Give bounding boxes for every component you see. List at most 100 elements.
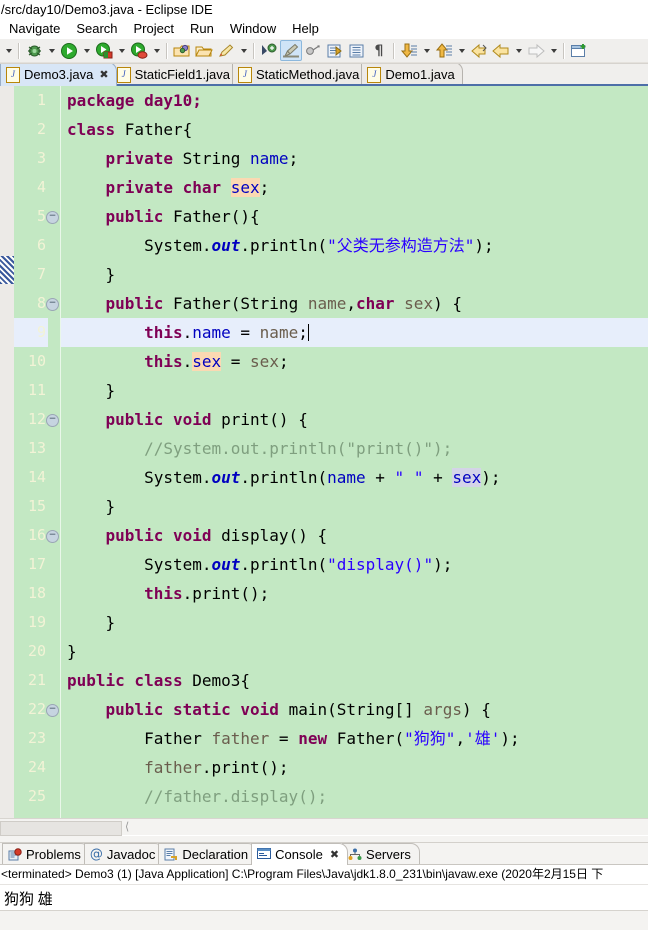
code-line[interactable]: //System.out.println("print()");: [61, 434, 648, 463]
code-line[interactable]: public static void main(String[] args) {: [61, 695, 648, 724]
caret-down-icon[interactable]: [2, 40, 15, 61]
arrow-up-icon[interactable]: [433, 40, 455, 61]
menu-item-help[interactable]: Help: [284, 19, 327, 40]
editor-tab-label: StaticMethod.java: [255, 67, 360, 83]
pilcrow-icon[interactable]: ¶: [368, 40, 390, 61]
view-tab-declaration[interactable]: Declaration: [158, 843, 258, 866]
open-type-icon[interactable]: [324, 40, 346, 61]
code-line[interactable]: Father father = new Father("狗狗",'雄');: [61, 724, 648, 753]
line-number: 24: [14, 753, 48, 782]
caret-down-icon[interactable]: [237, 40, 250, 61]
code-line[interactable]: class Father{: [61, 115, 648, 144]
code-line[interactable]: this.print();: [61, 579, 648, 608]
code-line[interactable]: public void display() {: [61, 521, 648, 550]
code-text-area[interactable]: package day10; class Father{ private Stri…: [61, 86, 648, 818]
toggle-mark-occurrences-icon[interactable]: [280, 40, 302, 62]
editor-annotation-ruler[interactable]: [0, 86, 14, 818]
code-line[interactable]: }: [61, 608, 648, 637]
last-edit-location-icon[interactable]: [468, 40, 490, 61]
editor-tab-demo1-java[interactable]: J Demo1.java: [361, 63, 463, 87]
menu-item-window[interactable]: Window: [222, 19, 284, 40]
toolbox-icon[interactable]: [171, 40, 193, 61]
code-token: this: [144, 584, 183, 604]
code-line[interactable]: //father.display();: [61, 782, 648, 811]
line-number: 19: [14, 608, 48, 637]
code-line[interactable]: System.out.println(name + " " + sex);: [61, 463, 648, 492]
caret-down-icon[interactable]: [115, 40, 128, 61]
code-token: father: [144, 758, 202, 778]
code-line[interactable]: private char sex;: [61, 173, 648, 202]
coverage-icon[interactable]: [128, 40, 150, 61]
skip-breakpoints-icon[interactable]: [258, 40, 280, 61]
scroll-left-icon[interactable]: ⟨: [125, 820, 129, 833]
fold-collapse-icon[interactable]: −: [46, 530, 59, 544]
coverage-icon[interactable]: [93, 40, 115, 61]
close-icon[interactable]: ✖: [99, 68, 108, 81]
menu-item-run[interactable]: Run: [182, 19, 222, 40]
view-splitter[interactable]: [0, 834, 648, 844]
close-icon[interactable]: ✖: [330, 848, 339, 861]
task-icon[interactable]: [302, 40, 324, 61]
code-line[interactable]: public class Demo3{: [61, 666, 648, 695]
arrow-down-icon[interactable]: [398, 40, 420, 61]
editor-tab-demo3-java[interactable]: J Demo3.java ✖: [0, 63, 117, 87]
code-line[interactable]: }: [61, 260, 648, 289]
fold-collapse-icon[interactable]: −: [46, 298, 59, 312]
code-line[interactable]: }: [61, 811, 648, 818]
caret-down-icon[interactable]: [420, 40, 433, 61]
console-output[interactable]: 狗狗 雄: [0, 885, 648, 911]
code-line[interactable]: father.print();: [61, 753, 648, 782]
code-token: this: [144, 323, 183, 343]
class-icon[interactable]: [346, 40, 368, 61]
view-tab-javadoc[interactable]: @ Javadoc: [83, 843, 165, 866]
code-line[interactable]: public Father(){: [61, 202, 648, 231]
pencil-icon[interactable]: [215, 40, 237, 61]
code-line[interactable]: package day10;: [61, 86, 648, 115]
code-line[interactable]: this.sex = sex;: [61, 347, 648, 376]
code-line[interactable]: private String name;: [61, 144, 648, 173]
scrollbar-thumb[interactable]: [0, 820, 122, 836]
caret-down-icon[interactable]: [547, 40, 560, 61]
line-number-label: 6: [36, 236, 46, 255]
console-launch-header: <terminated> Demo3 (1) [Java Application…: [0, 865, 648, 886]
code-line[interactable]: }: [61, 492, 648, 521]
editor-horizontal-scrollbar[interactable]: ⟨: [0, 817, 648, 836]
code-line[interactable]: this.name = name;: [61, 318, 648, 348]
caret-down-icon[interactable]: [80, 40, 93, 61]
code-line[interactable]: public void print() {: [61, 405, 648, 434]
open-folder-icon[interactable]: [193, 40, 215, 61]
menu-item-navigate[interactable]: Navigate: [1, 19, 68, 40]
menu-item-project[interactable]: Project: [126, 19, 182, 40]
code-token: sex: [192, 352, 222, 372]
caret-down-icon[interactable]: [512, 40, 525, 61]
fold-collapse-icon[interactable]: −: [46, 211, 59, 225]
code-token: }: [67, 265, 116, 285]
java-file-icon: J: [237, 66, 252, 83]
caret-down-icon[interactable]: [455, 40, 468, 61]
code-editor[interactable]: 1 2 3 4 5−6 7 8−9 10 11 12−13 14 15 16−17 18 19 20 21 22−…: [0, 86, 648, 818]
run-icon[interactable]: [58, 40, 80, 61]
code-token: //System.out.println("print()");: [67, 439, 453, 459]
code-token: System.: [67, 236, 212, 256]
view-tab-console[interactable]: Console ✖: [251, 843, 349, 866]
code-line[interactable]: }: [61, 637, 648, 666]
view-tab-servers[interactable]: Servers: [342, 843, 420, 866]
fold-collapse-icon[interactable]: −: [46, 414, 59, 428]
caret-down-icon[interactable]: [45, 40, 58, 61]
caret-down-icon[interactable]: [150, 40, 163, 61]
code-line[interactable]: System.out.println("父类无参构造方法");: [61, 231, 648, 260]
bug-icon[interactable]: [23, 40, 45, 61]
new-window-icon[interactable]: [568, 40, 590, 61]
code-line[interactable]: public Father(String name,char sex) {: [61, 289, 648, 318]
forward-arrow-icon[interactable]: [525, 40, 547, 61]
view-tab-problems[interactable]: Problems: [2, 843, 90, 866]
fold-collapse-icon[interactable]: −: [46, 704, 59, 718]
code-line[interactable]: }: [61, 376, 648, 405]
code-line[interactable]: System.out.println("display()");: [61, 550, 648, 579]
line-number: 1: [14, 86, 48, 115]
menu-item-search[interactable]: Search: [68, 19, 125, 40]
editor-tab-staticfield1-java[interactable]: J StaticField1.java: [110, 63, 238, 87]
back-arrow-icon[interactable]: [490, 40, 512, 61]
editor-tab-staticmethod-java[interactable]: J StaticMethod.java: [231, 63, 368, 87]
code-token: package day10;: [67, 91, 202, 111]
